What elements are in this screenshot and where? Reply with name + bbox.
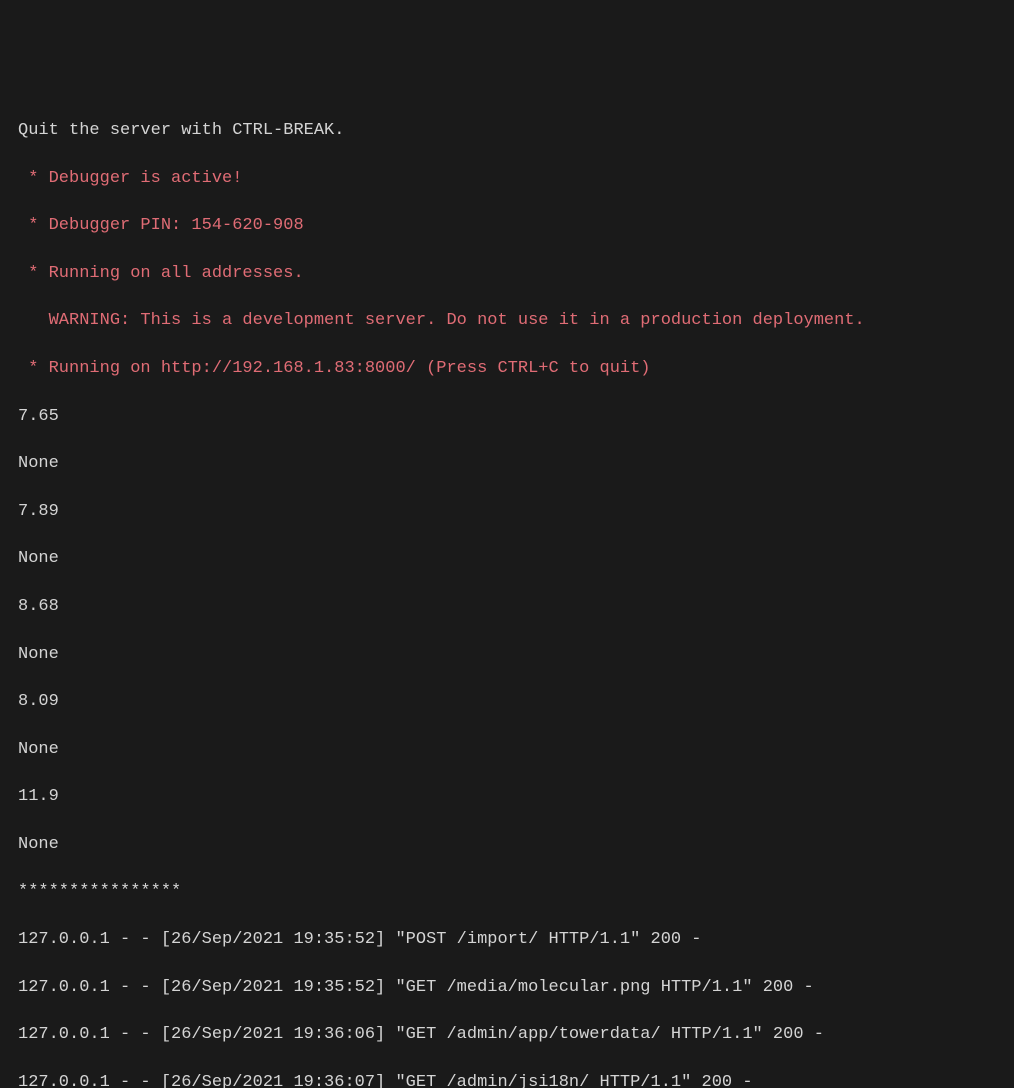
debug-line: * Debugger PIN: 154-620-908 <box>18 214 996 238</box>
output-value: None <box>18 643 996 667</box>
terminal-output: Quit the server with CTRL-BREAK. * Debug… <box>18 95 996 1088</box>
access-log-line: 127.0.0.1 - - [26/Sep/2021 19:35:52] "GE… <box>18 976 996 1000</box>
output-value: 7.65 <box>18 405 996 429</box>
separator: **************** <box>18 880 996 904</box>
output-value: None <box>18 833 996 857</box>
output-value: None <box>18 738 996 762</box>
output-value: 8.09 <box>18 690 996 714</box>
output-value: 11.9 <box>18 785 996 809</box>
debug-line: * Running on all addresses. <box>18 262 996 286</box>
debug-line: * Running on http://192.168.1.83:8000/ (… <box>18 357 996 381</box>
access-log-line: 127.0.0.1 - - [26/Sep/2021 19:36:07] "GE… <box>18 1071 996 1088</box>
output-value: None <box>18 452 996 476</box>
access-log-line: 127.0.0.1 - - [26/Sep/2021 19:36:06] "GE… <box>18 1023 996 1047</box>
debug-line: WARNING: This is a development server. D… <box>18 309 996 333</box>
output-value: 8.68 <box>18 595 996 619</box>
quit-hint: Quit the server with CTRL-BREAK. <box>18 119 996 143</box>
output-value: 7.89 <box>18 500 996 524</box>
debug-line: * Debugger is active! <box>18 167 996 191</box>
output-value: None <box>18 547 996 571</box>
access-log-line: 127.0.0.1 - - [26/Sep/2021 19:35:52] "PO… <box>18 928 996 952</box>
